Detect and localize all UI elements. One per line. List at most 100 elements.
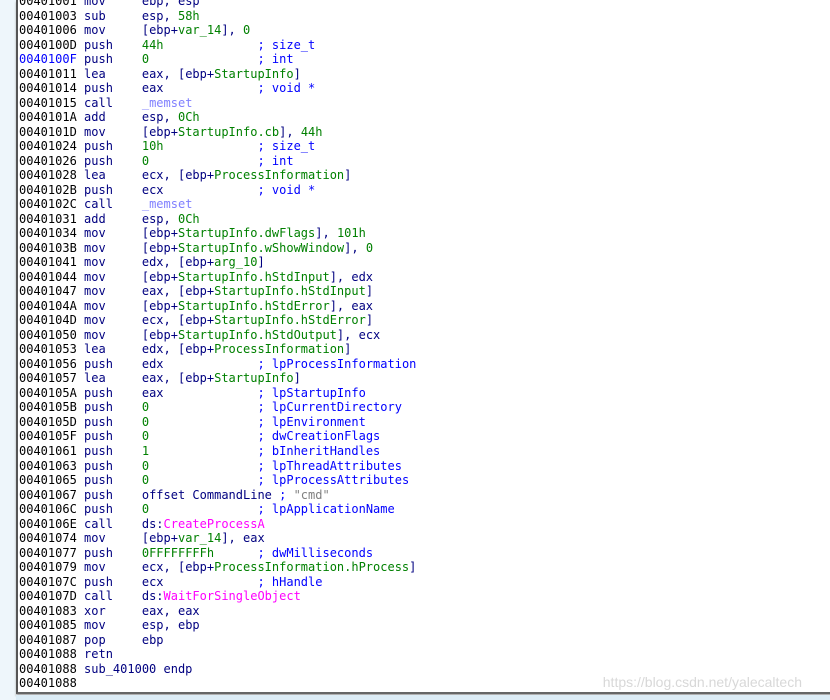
operand-function[interactable]: _memset [142, 197, 193, 211]
address[interactable]: 00401088 [19, 676, 77, 690]
address[interactable]: 0040103B [19, 241, 77, 255]
address[interactable]: 0040101D [19, 125, 77, 139]
listing-line[interactable]: 00401088 [19, 676, 416, 691]
listing-line[interactable]: 00401053 lea edx, [ebp+ProcessInformatio… [19, 342, 416, 357]
address[interactable]: 00401050 [19, 328, 77, 342]
listing-line[interactable]: 00401074 mov [ebp+var_14], eax [19, 531, 416, 546]
listing-line[interactable]: 00401006 mov [ebp+var_14], 0 [19, 23, 416, 38]
address[interactable]: 0040105B [19, 400, 77, 414]
listing-line[interactable]: 0040101A add esp, 0Ch [19, 110, 416, 125]
listing-line[interactable]: 00401061 push 1 ; bInheritHandles [19, 444, 416, 459]
address[interactable]: 00401003 [19, 9, 77, 23]
listing-line[interactable]: 00401011 lea eax, [ebp+StartupInfo] [19, 67, 416, 82]
listing-line[interactable]: 00401088 retn [19, 647, 416, 662]
listing-line[interactable]: 0040103B mov [ebp+StartupInfo.wShowWindo… [19, 241, 416, 256]
listing-line[interactable]: 0040101D mov [ebp+StartupInfo.cb], 44h [19, 125, 416, 140]
address[interactable]: 0040106C [19, 502, 77, 516]
listing-line[interactable]: 0040106E call ds:CreateProcessA [19, 517, 416, 532]
address[interactable]: 0040105F [19, 429, 77, 443]
address[interactable]: 00401006 [19, 23, 77, 37]
operand-name[interactable]: StartupInfo.hStdInput [178, 270, 330, 284]
listing-line[interactable]: 00401077 push 0FFFFFFFFh ; dwMillisecond… [19, 546, 416, 561]
address[interactable]: 00401088 [19, 662, 77, 676]
address[interactable]: 00401061 [19, 444, 77, 458]
listing-line[interactable]: 0040100F push 0 ; int [19, 52, 416, 67]
disassembly-view[interactable]: 00401001 mov ebp, esp 00401003 sub esp, 5… [16, 0, 830, 694]
address[interactable]: 00401026 [19, 154, 77, 168]
listing-line[interactable]: 00401067 push offset CommandLine ; "cmd" [19, 488, 416, 503]
operand-function[interactable]: CreateProcessA [164, 517, 265, 531]
address[interactable]: 00401028 [19, 168, 77, 182]
operand-name[interactable]: ProcessInformation [214, 342, 344, 356]
address[interactable]: 00401088 [19, 647, 77, 661]
address[interactable]: 00401053 [19, 342, 77, 356]
listing-line[interactable]: 00401085 mov esp, ebp [19, 618, 416, 633]
address[interactable]: 00401015 [19, 96, 77, 110]
listing-line[interactable]: 00401044 mov [ebp+StartupInfo.hStdInput]… [19, 270, 416, 285]
operand-name[interactable]: StartupInfo.dwFlags [178, 226, 315, 240]
address[interactable]: 00401065 [19, 473, 77, 487]
listing-line[interactable]: 00401079 mov ecx, [ebp+ProcessInformatio… [19, 560, 416, 575]
address[interactable]: 00401063 [19, 459, 77, 473]
operand-name[interactable]: StartupInfo [214, 67, 293, 81]
listing-line[interactable]: 00401063 push 0 ; lpThreadAttributes [19, 459, 416, 474]
operand-function[interactable]: WaitForSingleObject [164, 589, 301, 603]
disassembly-listing[interactable]: 00401001 mov ebp, esp 00401003 sub esp, 5… [19, 0, 416, 691]
listing-line[interactable]: 00401034 mov [ebp+StartupInfo.dwFlags], … [19, 226, 416, 241]
address[interactable]: 0040102C [19, 197, 77, 211]
listing-line[interactable]: 0040106C push 0 ; lpApplicationName [19, 502, 416, 517]
operand-name[interactable]: StartupInfo.cb [178, 125, 279, 139]
listing-line[interactable]: 00401047 mov eax, [ebp+StartupInfo.hStdI… [19, 284, 416, 299]
listing-line[interactable]: 00401056 push edx ; lpProcessInformation [19, 357, 416, 372]
address[interactable]: 00401044 [19, 270, 77, 284]
listing-line[interactable]: 00401088 sub_401000 endp [19, 662, 416, 677]
address[interactable]: 0040107D [19, 589, 77, 603]
operand-name[interactable]: var_14 [178, 531, 221, 545]
address[interactable]: 00401014 [19, 81, 77, 95]
listing-line[interactable]: 00401087 pop ebp [19, 633, 416, 648]
operand-name[interactable]: ProcessInformation [214, 168, 344, 182]
operand-name[interactable]: StartupInfo.hStdOutput [178, 328, 337, 342]
address[interactable]: 00401001 [19, 0, 77, 8]
listing-line[interactable]: 0040105A push eax ; lpStartupInfo [19, 386, 416, 401]
operand-name[interactable]: StartupInfo.hStdInput [214, 284, 366, 298]
address[interactable]: 00401077 [19, 546, 77, 560]
listing-line[interactable]: 00401028 lea ecx, [ebp+ProcessInformatio… [19, 168, 416, 183]
listing-line[interactable]: 0040102C call _memset [19, 197, 416, 212]
listing-line[interactable]: 00401024 push 10h ; size_t [19, 139, 416, 154]
operand-name[interactable]: StartupInfo.hStdError [178, 299, 330, 313]
listing-line[interactable]: 00401065 push 0 ; lpProcessAttributes [19, 473, 416, 488]
listing-line[interactable]: 00401026 push 0 ; int [19, 154, 416, 169]
listing-line[interactable]: 00401083 xor eax, eax [19, 604, 416, 619]
address[interactable]: 00401024 [19, 139, 77, 153]
address[interactable]: 00401087 [19, 633, 77, 647]
listing-line[interactable]: 00401001 mov ebp, esp [19, 0, 416, 9]
listing-line[interactable]: 0040107C push ecx ; hHandle [19, 575, 416, 590]
operand-name[interactable]: StartupInfo [214, 371, 293, 385]
listing-line[interactable]: 0040105D push 0 ; lpEnvironment [19, 415, 416, 430]
listing-line[interactable]: 00401041 mov edx, [ebp+arg_10] [19, 255, 416, 270]
operand-name[interactable]: arg_10 [214, 255, 257, 269]
address[interactable]: 00401056 [19, 357, 77, 371]
address[interactable]: 0040107C [19, 575, 77, 589]
address[interactable]: 00401079 [19, 560, 77, 574]
listing-line[interactable]: 00401031 add esp, 0Ch [19, 212, 416, 227]
address[interactable]: 0040104A [19, 299, 77, 313]
address[interactable]: 0040106E [19, 517, 77, 531]
operand-name[interactable]: StartupInfo.hStdError [214, 313, 366, 327]
address[interactable]: 0040105D [19, 415, 77, 429]
operand-name[interactable]: var_14 [178, 23, 221, 37]
address[interactable]: 00401083 [19, 604, 77, 618]
address[interactable]: 0040101A [19, 110, 77, 124]
listing-line[interactable]: 0040104A mov [ebp+StartupInfo.hStdError]… [19, 299, 416, 314]
listing-line[interactable]: 00401015 call _memset [19, 96, 416, 111]
address[interactable]: 00401057 [19, 371, 77, 385]
address[interactable]: 00401067 [19, 488, 77, 502]
listing-line[interactable]: 00401057 lea eax, [ebp+StartupInfo] [19, 371, 416, 386]
address[interactable]: 00401041 [19, 255, 77, 269]
operand-function[interactable]: _memset [142, 96, 193, 110]
address[interactable]: 00401031 [19, 212, 77, 226]
listing-line[interactable]: 00401003 sub esp, 58h [19, 9, 416, 24]
address[interactable]: 0040100D [19, 38, 77, 52]
address[interactable]: 00401074 [19, 531, 77, 545]
